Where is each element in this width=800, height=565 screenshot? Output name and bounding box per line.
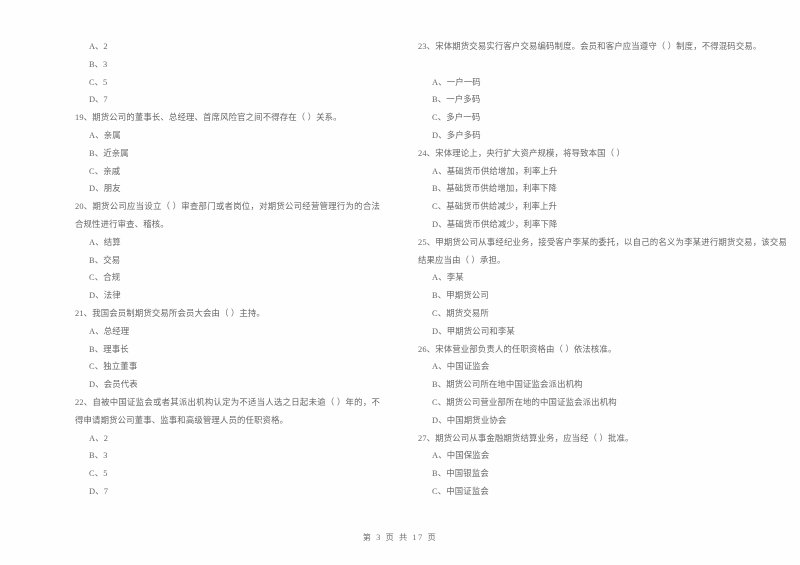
option-item: A、一户一码 (432, 77, 481, 87)
option-item: C、5 (89, 469, 108, 479)
question-stem: 27、期货公司从事金融期货结算业务，应当经（ ）批准。 (418, 433, 634, 443)
option-item: A、2 (89, 42, 108, 51)
option-item: B、一户多码 (432, 95, 481, 105)
question-block: 23、宋体期货交易实行客户交易编码制度。会员和客户应当遵守（ ）制度，不得混码交… (418, 38, 787, 145)
option-item: D、会员代表 (89, 380, 138, 390)
option-item: C、5 (89, 77, 108, 87)
question-block: 19、期货公司的董事长、总经理、首席风险官之间不得存在（ ）关系。 A、亲属 B… (75, 109, 380, 198)
option-item: B、理事长 (89, 344, 129, 354)
option-item: D、7 (89, 95, 108, 105)
page-footer: 第 3 页 共 17 页 (362, 533, 438, 542)
question-stem: 22、自被中国证监会或者其派出机构认定为不适当人选之日起未逾（ ）年的，不得申请… (75, 397, 380, 425)
option-item: C、基础货币供给减少，利率上升 (432, 202, 558, 212)
option-item: B、甲期货公司 (432, 291, 489, 301)
question-block: 26、宋体营业部负责人的任职资格由（ ）依法核准。 A、中国证监会 B、期货公司… (418, 341, 787, 430)
option-item: B、中国银监会 (432, 469, 489, 479)
option-item: B、交易 (89, 255, 121, 265)
option-item: A、李某 (432, 273, 464, 283)
option-item: C、亲戚 (89, 166, 121, 176)
option-item: C、多户一码 (432, 113, 481, 123)
two-column-body: A、2 B、3 C、5 D、7 19、期货公司的董事长、总经理、首席风险官之间不… (0, 38, 800, 501)
question-block: A、2 B、3 C、5 D、7 (75, 38, 380, 109)
option-item: D、中国期货业协会 (432, 415, 507, 425)
question-block: 27、期货公司从事金融期货结算业务，应当经（ ）批准。 A、中国保监会 B、中国… (418, 430, 787, 501)
question-block: 21、我国会员制期货交易所会员大会由（ ）主持。 A、总经理 B、理事长 C、独… (75, 305, 380, 394)
option-item: B、近亲属 (89, 148, 129, 158)
option-item: A、总经理 (89, 326, 130, 336)
question-stem: 19、期货公司的董事长、总经理、首席风险官之间不得存在（ ）关系。 (75, 113, 342, 123)
option-item: C、期货交易所 (432, 308, 489, 318)
option-item: A、结算 (89, 237, 121, 247)
option-item: B、3 (89, 59, 108, 69)
option-item: C、独立董事 (89, 362, 138, 372)
option-item: B、3 (89, 451, 108, 461)
question-stem: 24、宋体理论上，央行扩大资产规模，将导致本国（ ） (418, 148, 625, 158)
question-stem: 23、宋体期货交易实行客户交易编码制度。会员和客户应当遵守（ ）制度，不得混码交… (418, 42, 762, 51)
question-stem: 20、期货公司应当设立（ ）审查部门或者岗位，对期货公司经营管理行为的合法合规性… (75, 202, 380, 229)
option-item: D、甲期货公司和李某 (432, 326, 515, 336)
option-item: C、合规 (89, 273, 121, 283)
option-item: B、基础货币供给增加，利率下降 (432, 184, 558, 194)
question-block: 25、甲期货公司从事经纪业务，接受客户李某的委托，以自己的名义为李某进行期货交易… (418, 234, 787, 341)
option-item: D、多户多码 (432, 130, 481, 140)
option-item: D、朋友 (89, 184, 121, 194)
exam-page: A、2 B、3 C、5 D、7 19、期货公司的董事长、总经理、首席风险官之间不… (0, 0, 800, 565)
question-block: 22、自被中国证监会或者其派出机构认定为不适当人选之日起未逾（ ）年的，不得申请… (75, 394, 380, 501)
option-item: A、基础货币供给增加，利率上升 (432, 166, 558, 176)
option-item: D、7 (89, 486, 109, 496)
question-stem: 21、我国会员制期货交易所会员大会由（ ）主持。 (75, 308, 265, 318)
option-item: A、中国证监会 (432, 362, 490, 372)
left-column: A、2 B、3 C、5 D、7 19、期货公司的董事长、总经理、首席风险官之间不… (0, 38, 400, 501)
option-item: D、法律 (89, 291, 121, 301)
option-item: C、中国证监会 (432, 486, 489, 496)
question-block: 24、宋体理论上，央行扩大资产规模，将导致本国（ ） A、基础货币供给增加，利率… (418, 145, 787, 234)
option-item: D、基础货币供给减少，利率下降 (432, 219, 558, 229)
question-block: 20、期货公司应当设立（ ）审查部门或者岗位，对期货公司经营管理行为的合法合规性… (75, 198, 380, 305)
option-item: A、2 (89, 433, 109, 443)
right-column: 23、宋体期货交易实行客户交易编码制度。会员和客户应当遵守（ ）制度，不得混码交… (400, 38, 800, 501)
option-item: C、期货公司营业部所在地的中国证监会派出机构 (432, 397, 617, 407)
option-item: B、期货公司所在地中国证监会派出机构 (432, 380, 583, 390)
option-item: A、中国保监会 (432, 451, 490, 461)
question-stem: 25、甲期货公司从事经纪业务，接受客户李某的委托，以自己的名义为李某进行期货交易… (418, 237, 787, 265)
question-stem: 26、宋体营业部负责人的任职资格由（ ）依法核准。 (418, 344, 617, 354)
option-item: A、亲属 (89, 130, 121, 140)
